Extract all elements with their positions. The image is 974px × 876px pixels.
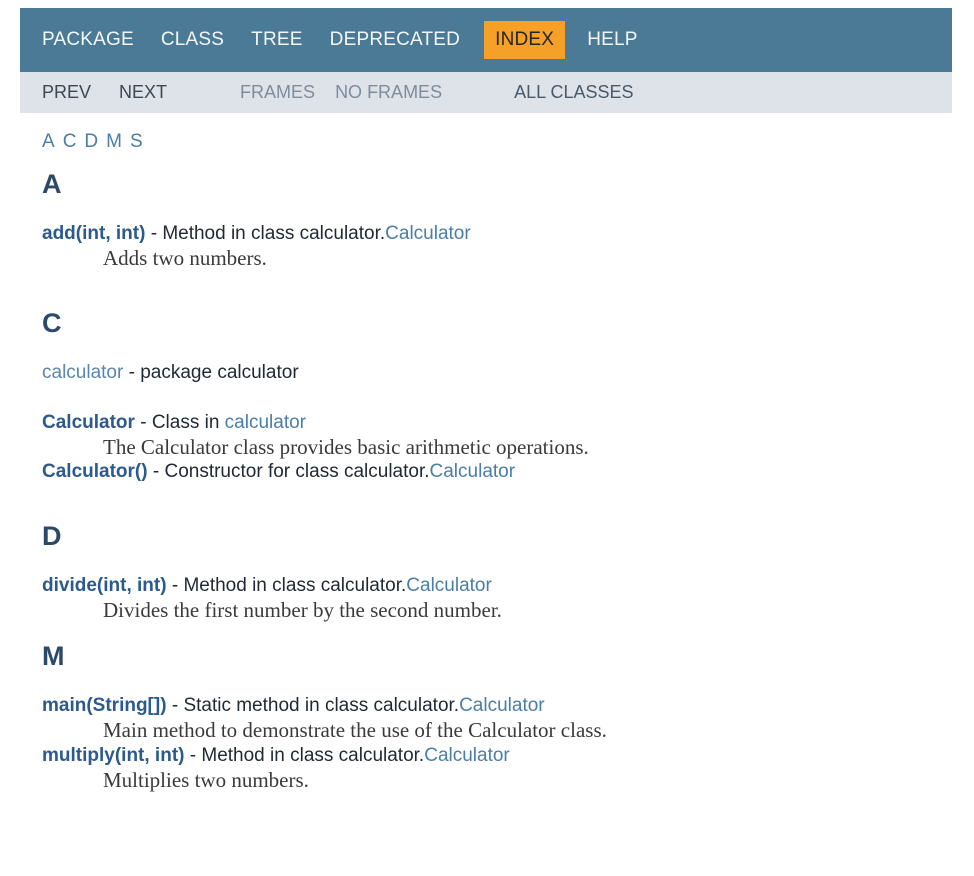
entry-description: Adds two numbers. xyxy=(103,246,267,271)
index-content: ACDMS A add(int, int) - Method in class … xyxy=(0,113,974,793)
entry-name-link[interactable]: calculator xyxy=(42,362,123,383)
entry-separator: - xyxy=(145,223,163,244)
entry-class-link[interactable]: Calculator xyxy=(430,461,516,482)
nav-item-package[interactable]: PACKAGE xyxy=(42,23,134,57)
section-heading-m: M xyxy=(42,641,65,672)
entry-line: divide(int, int) - Method in class calcu… xyxy=(42,574,954,598)
top-navigation-bar-wrapper: PACKAGE CLASS TREE DEPRECATED INDEX HELP xyxy=(0,0,974,72)
entry-separator: - xyxy=(123,361,141,383)
index-entry-add: add(int, int) - Method in class calculat… xyxy=(42,222,954,272)
letter-link-d[interactable]: D xyxy=(84,131,99,152)
letter-link-c[interactable]: C xyxy=(63,131,78,152)
subnav-no-frames-link[interactable]: NO FRAMES xyxy=(335,82,442,103)
index-entry-main: main(String[]) - Static method in class … xyxy=(42,694,954,744)
subnav-next-link[interactable]: NEXT xyxy=(119,82,167,103)
entry-name-link[interactable]: Calculator xyxy=(42,412,135,433)
entry-kind-text: Method in class calculator. xyxy=(201,744,425,766)
nav-item-help[interactable]: HELP xyxy=(587,23,637,57)
entry-name-link[interactable]: add(int, int) xyxy=(42,223,145,244)
entry-kind-text: Constructor for class calculator. xyxy=(164,461,430,483)
section-heading-d: D xyxy=(42,520,62,551)
entry-line: calculator - package calculator xyxy=(42,361,954,385)
entry-line: add(int, int) - Method in class calculat… xyxy=(42,222,954,246)
entry-name-link[interactable]: Calculator() xyxy=(42,461,148,482)
entry-class-link[interactable]: Calculator xyxy=(406,575,492,596)
index-entry-divide: divide(int, int) - Method in class calcu… xyxy=(42,574,954,624)
entry-kind-text: Method in class calculator. xyxy=(162,223,386,244)
letter-index-links: ACDMS xyxy=(42,131,954,153)
entry-separator: - xyxy=(166,695,184,717)
entry-line: main(String[]) - Static method in class … xyxy=(42,694,954,718)
entry-separator: - xyxy=(134,411,152,433)
letter-link-a[interactable]: A xyxy=(42,131,56,152)
entry-kind-text: Class in xyxy=(151,411,225,433)
sub-navigation-bar: PREV NEXT FRAMES NO FRAMES ALL CLASSES xyxy=(20,72,952,113)
entry-kind-text: Method in class calculator. xyxy=(183,574,407,596)
entry-separator: - xyxy=(147,461,165,483)
section-heading-a: A xyxy=(42,169,62,199)
index-entry-calculator-constructor: Calculator() - Constructor for class cal… xyxy=(42,460,954,484)
entry-description: Divides the first number by the second n… xyxy=(103,597,502,622)
entry-name-link[interactable]: multiply(int, int) xyxy=(42,745,184,766)
index-entry-calculator-class: Calculator - Class in calculator The Cal… xyxy=(42,411,954,461)
entry-kind-text: package calculator xyxy=(140,361,299,383)
entry-line: multiply(int, int) - Method in class cal… xyxy=(42,744,954,768)
entry-package-link[interactable]: calculator xyxy=(225,412,306,433)
index-entry-multiply: multiply(int, int) - Method in class cal… xyxy=(42,744,954,794)
entry-description: Main method to demonstrate the use of th… xyxy=(103,718,607,743)
letter-link-m[interactable]: M xyxy=(106,131,123,152)
entry-name-link[interactable]: divide(int, int) xyxy=(42,575,167,596)
entry-class-link[interactable]: Calculator xyxy=(459,695,545,716)
entry-description: The Calculator class provides basic arit… xyxy=(103,435,589,460)
sub-navigation-bar-wrapper: PREV NEXT FRAMES NO FRAMES ALL CLASSES xyxy=(0,72,974,113)
entry-separator: - xyxy=(166,574,184,596)
nav-item-tree[interactable]: TREE xyxy=(251,23,302,57)
nav-item-class[interactable]: CLASS xyxy=(161,23,224,57)
entry-class-link[interactable]: Calculator xyxy=(424,745,510,766)
nav-item-deprecated[interactable]: DEPRECATED xyxy=(330,23,460,57)
entry-line: Calculator() - Constructor for class cal… xyxy=(42,460,954,484)
nav-item-index[interactable]: INDEX xyxy=(484,21,566,59)
entry-description: Multiplies two numbers. xyxy=(103,767,309,792)
index-entry-calculator-package: calculator - package calculator xyxy=(42,361,954,385)
top-navigation-bar: PACKAGE CLASS TREE DEPRECATED INDEX HELP xyxy=(20,8,952,72)
subnav-frames-link[interactable]: FRAMES xyxy=(240,82,315,103)
entry-name-link[interactable]: main(String[]) xyxy=(42,695,167,716)
entry-class-link[interactable]: Calculator xyxy=(385,223,471,244)
section-heading-c: C xyxy=(42,307,62,338)
entry-kind-text: Static method in class calculator. xyxy=(183,695,460,717)
subnav-all-classes-link[interactable]: ALL CLASSES xyxy=(514,82,633,103)
entry-separator: - xyxy=(184,744,202,766)
entry-line: Calculator - Class in calculator xyxy=(42,411,954,435)
letter-link-s[interactable]: S xyxy=(130,131,144,152)
subnav-prev-link[interactable]: PREV xyxy=(42,82,91,103)
